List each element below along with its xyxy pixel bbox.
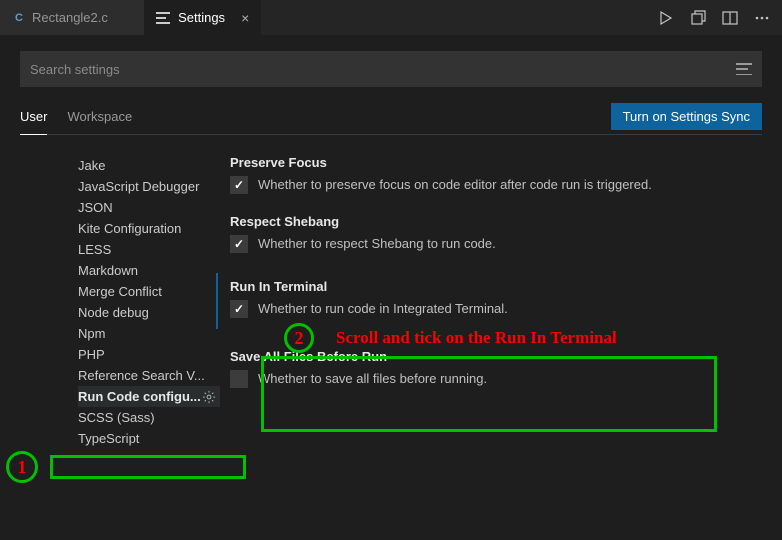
sidebar-item-php[interactable]: PHP [78, 344, 220, 365]
sidebar-item-npm[interactable]: Npm [78, 323, 220, 344]
setting-description: Whether to preserve focus on code editor… [258, 176, 652, 194]
setting-title: Respect Shebang [230, 214, 754, 229]
setting-description: Whether to respect Shebang to run code. [258, 235, 496, 253]
sidebar-item-json[interactable]: JSON [78, 197, 220, 218]
c-file-icon: C [12, 11, 26, 25]
open-changes-icon[interactable] [690, 10, 706, 26]
sidebar-item-javascript-debugger[interactable]: JavaScript Debugger [78, 176, 220, 197]
filter-icon[interactable] [736, 63, 752, 75]
setting-respect-shebang: Respect Shebang Whether to respect Sheba… [230, 214, 754, 253]
editor-tabbar: C Rectangle2.c × Settings × [0, 0, 782, 35]
editor-toolbar [658, 10, 782, 26]
setting-description: Whether to run code in Integrated Termin… [258, 300, 508, 318]
setting-title: Save All Files Before Run [230, 349, 754, 364]
sidebar-item-jake[interactable]: Jake [78, 155, 220, 176]
sidebar-item-markdown[interactable]: Markdown [78, 260, 220, 281]
checkbox-preserve-focus[interactable] [230, 176, 248, 194]
gear-icon[interactable] [202, 390, 216, 404]
checkbox-respect-shebang[interactable] [230, 235, 248, 253]
sidebar-item-node-debug[interactable]: Node debug [78, 302, 220, 323]
sidebar-item-reference-search-view[interactable]: Reference Search V... [78, 365, 220, 386]
split-editor-icon[interactable] [722, 10, 738, 26]
scope-tab-user[interactable]: User [20, 103, 47, 135]
settings-tree: Jake JavaScript Debugger JSON Kite Confi… [20, 155, 220, 449]
setting-title: Preserve Focus [230, 155, 754, 170]
settings-icon [156, 12, 172, 24]
more-actions-icon[interactable] [754, 10, 770, 26]
run-icon[interactable] [658, 10, 674, 26]
checkbox-run-in-terminal[interactable] [230, 300, 248, 318]
setting-description: Whether to save all files before running… [258, 370, 487, 388]
sidebar-item-merge-conflict[interactable]: Merge Conflict [78, 281, 220, 302]
annotation-step-1-box [50, 455, 246, 479]
tab-rectangle2-c[interactable]: C Rectangle2.c × [0, 0, 144, 35]
setting-run-in-terminal: Run In Terminal Whether to run code in I… [216, 273, 754, 328]
turn-on-settings-sync-button[interactable]: Turn on Settings Sync [611, 103, 762, 130]
checkbox-save-all-files-before-run[interactable] [230, 370, 248, 388]
settings-editor: Preserve Focus Whether to preserve focus… [220, 155, 762, 449]
tab-label: Rectangle2.c [32, 10, 108, 25]
setting-save-all-files-before-run: Save All Files Before Run Whether to sav… [230, 349, 754, 388]
tab-label: Settings [178, 10, 225, 25]
scope-tabs-row: User Workspace Turn on Settings Sync [20, 103, 762, 135]
annotation-step-1-marker: 1 [6, 451, 38, 483]
sidebar-item-scss-sass[interactable]: SCSS (Sass) [78, 407, 220, 428]
search-settings-box[interactable] [20, 51, 762, 87]
search-settings-input[interactable] [30, 62, 736, 77]
sidebar-item-run-code-configuration[interactable]: Run Code configu... [78, 386, 220, 407]
scope-tab-workspace[interactable]: Workspace [67, 103, 132, 134]
sidebar-item-less[interactable]: LESS [78, 239, 220, 260]
sidebar-item-label: Run Code configu... [78, 389, 201, 404]
setting-title: Run In Terminal [230, 279, 754, 294]
setting-preserve-focus: Preserve Focus Whether to preserve focus… [230, 155, 754, 194]
sidebar-item-kite-configuration[interactable]: Kite Configuration [78, 218, 220, 239]
tab-settings[interactable]: Settings × [144, 0, 261, 35]
sidebar-item-typescript[interactable]: TypeScript [78, 428, 220, 449]
close-icon[interactable]: × [241, 10, 249, 26]
